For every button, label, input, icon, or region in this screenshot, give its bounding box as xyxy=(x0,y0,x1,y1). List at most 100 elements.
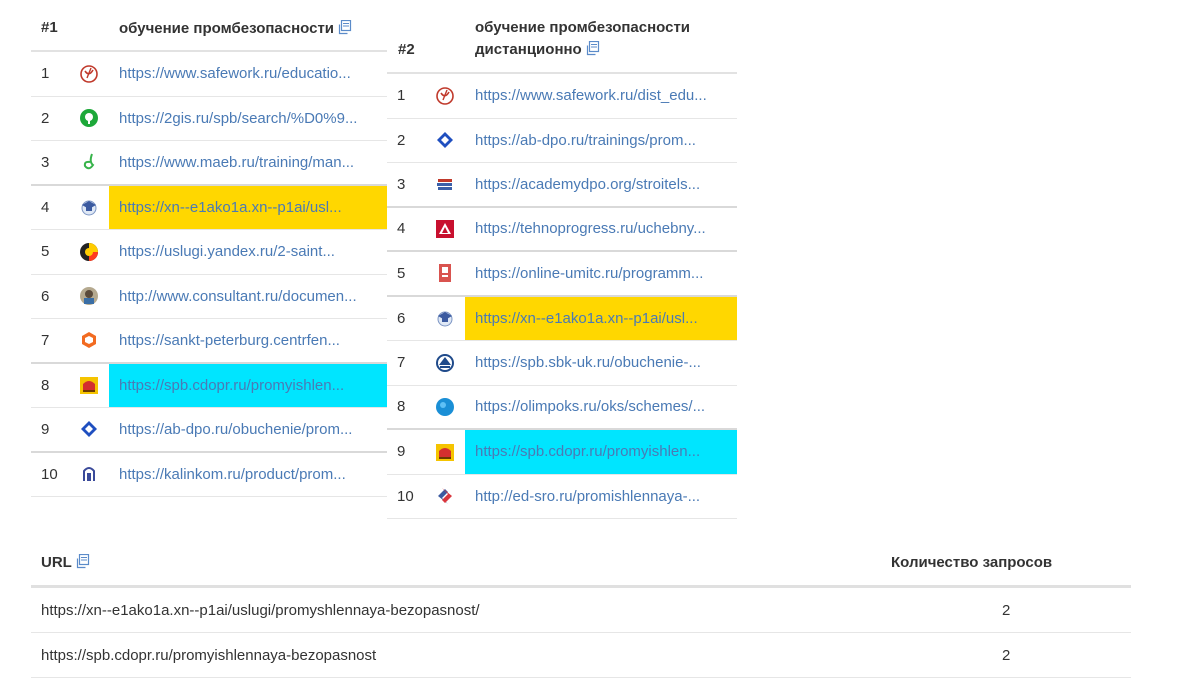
cdopr-icon xyxy=(435,442,455,462)
serp-table-1: #1 обучение промбезопасности 1 https://ww… xyxy=(31,0,387,497)
query-text: обучение промбезопасности xyxy=(119,20,335,37)
2gis-icon xyxy=(79,108,99,128)
result-link[interactable]: https://spb.cdopr.ru/promyishlen... xyxy=(465,430,737,474)
result-url: https://ab-dpo.ru/trainings/prom... xyxy=(475,131,696,149)
table-row: 3 https://www.maeb.ru/training/man... xyxy=(31,141,387,186)
url-header-label: URL xyxy=(41,554,72,571)
position-number: 6 xyxy=(41,287,50,305)
result-link[interactable]: http://www.consultant.ru/documen... xyxy=(109,275,387,319)
table-row: 9 https://ab-dpo.ru/obuchenie/prom... xyxy=(31,408,387,453)
position-number: 4 xyxy=(397,220,406,238)
table-row: 4 https://xn--e1ako1a.xn--p1ai/usl... xyxy=(31,185,387,230)
table-row: 10 http://ed-sro.ru/promishlennaya-... xyxy=(387,475,737,519)
position-number: 9 xyxy=(397,443,406,461)
safework-icon xyxy=(435,86,455,106)
result-link[interactable]: https://olimpoks.ru/oks/schemes/... xyxy=(465,386,737,429)
table-row: 2 https://2gis.ru/spb/search/%D0%9... xyxy=(31,97,387,141)
position-number: 8 xyxy=(397,398,406,416)
result-url: https://spb.cdopr.ru/promyishlen... xyxy=(475,443,701,461)
result-link[interactable]: https://tehnoprogress.ru/uchebny... xyxy=(465,208,737,251)
maeb-icon xyxy=(79,152,99,172)
url-summary-table: URL Количество запросов https://xn--e1ak… xyxy=(31,540,1131,678)
position-number: 10 xyxy=(41,465,58,483)
copy-icon[interactable] xyxy=(75,553,90,569)
position-number: 7 xyxy=(397,354,406,372)
copy-icon[interactable] xyxy=(585,40,600,56)
count-cell: 2 xyxy=(1002,646,1011,664)
result-url: https://academydpo.org/stroitels... xyxy=(475,175,701,193)
query-header: обучение промбезопасности xyxy=(119,18,352,50)
result-url: https://www.safework.ru/dist_edu... xyxy=(475,87,707,105)
position-number: 2 xyxy=(41,109,50,127)
position-number: 5 xyxy=(41,243,50,261)
safework-icon xyxy=(79,64,99,84)
position-number: 5 xyxy=(397,264,406,282)
umitc-icon xyxy=(435,263,455,283)
result-url: https://olimpoks.ru/oks/schemes/... xyxy=(475,398,706,416)
table-row: 1 https://www.safework.ru/educatio... xyxy=(31,52,387,97)
result-url: https://2gis.ru/spb/search/%D0%9... xyxy=(119,109,358,127)
query-header: обучение промбезопасности дистанционно xyxy=(475,17,725,72)
result-link[interactable]: https://spb.sbk-uk.ru/obuchenie-... xyxy=(465,341,737,385)
result-link[interactable]: https://ab-dpo.ru/obuchenie/prom... xyxy=(109,408,387,451)
result-link[interactable]: https://sankt-peterburg.centrfen... xyxy=(109,319,387,362)
table-row: 1 https://www.safework.ru/dist_edu... xyxy=(387,74,737,119)
cdopr-icon xyxy=(79,375,99,395)
result-url: https://uslugi.yandex.ru/2-saint... xyxy=(119,243,335,261)
result-link[interactable]: https://2gis.ru/spb/search/%D0%9... xyxy=(109,97,387,141)
result-link[interactable]: https://academydpo.org/stroitels... xyxy=(465,163,737,206)
table-row: 6 http://www.consultant.ru/documen... xyxy=(31,275,387,319)
serp-number-header: #2 xyxy=(398,41,415,58)
query-text-line2: дистанционно xyxy=(475,41,582,58)
ab-dpo-icon xyxy=(79,419,99,439)
graduation-cap-icon xyxy=(79,197,99,217)
result-link[interactable]: https://spb.cdopr.ru/promyishlen... xyxy=(109,363,387,407)
url-table-header: URL Количество запросов xyxy=(31,540,1131,588)
count-cell: 2 xyxy=(1002,601,1011,619)
position-number: 9 xyxy=(41,420,50,438)
table-row: 8 https://olimpoks.ru/oks/schemes/... xyxy=(387,386,737,430)
table-row: 10 https://kalinkom.ru/product/prom... xyxy=(31,453,387,497)
position-number: 4 xyxy=(41,198,50,216)
result-url: https://xn--e1ako1a.xn--p1ai/usl... xyxy=(475,309,698,327)
position-number: 8 xyxy=(41,376,50,394)
table-row: https://xn--e1ako1a.xn--p1ai/uslugi/prom… xyxy=(31,588,1131,633)
result-url: https://spb.sbk-uk.ru/obuchenie-... xyxy=(475,354,701,372)
table-row: 8 https://spb.cdopr.ru/promyishlen... xyxy=(31,363,387,408)
result-link[interactable]: https://xn--e1ako1a.xn--p1ai/usl... xyxy=(109,185,387,229)
result-link[interactable]: https://xn--e1ako1a.xn--p1ai/usl... xyxy=(465,296,737,340)
result-link[interactable]: http://ed-sro.ru/promishlennaya-... xyxy=(465,475,737,519)
serp-table-header: #1 обучение промбезопасности xyxy=(31,0,387,52)
result-url: https://xn--e1ako1a.xn--p1ai/usl... xyxy=(119,198,342,216)
yandex-uslugi-icon xyxy=(79,242,99,262)
result-link[interactable]: https://www.maeb.ru/training/man... xyxy=(109,141,387,184)
result-link[interactable]: https://kalinkom.ru/product/prom... xyxy=(109,453,387,497)
position-number: 3 xyxy=(41,153,50,171)
position-number: 1 xyxy=(397,87,406,105)
table-row: 7 https://spb.sbk-uk.ru/obuchenie-... xyxy=(387,341,737,386)
result-link[interactable]: https://www.safework.ru/dist_edu... xyxy=(465,74,737,118)
query-text-line1: обучение промбезопасности xyxy=(475,19,691,36)
consultant-icon xyxy=(79,286,99,306)
position-number: 2 xyxy=(397,131,406,149)
ab-dpo-icon xyxy=(435,130,455,150)
url-column-header: URL xyxy=(31,553,891,571)
table-row: 7 https://sankt-peterburg.centrfen... xyxy=(31,319,387,364)
serp-number-header: #1 xyxy=(41,19,58,36)
url-cell[interactable]: https://spb.cdopr.ru/promyishlennaya-bez… xyxy=(31,647,891,664)
position-number: 7 xyxy=(41,331,50,349)
table-row: 9 https://spb.cdopr.ru/promyishlen... xyxy=(387,430,737,475)
result-url: http://ed-sro.ru/promishlennaya-... xyxy=(475,487,701,505)
result-url: https://www.maeb.ru/training/man... xyxy=(119,153,355,171)
position-number: 6 xyxy=(397,309,406,327)
table-row: 5 https://online-umitc.ru/programm... xyxy=(387,252,737,297)
result-link[interactable]: https://online-umitc.ru/programm... xyxy=(465,252,737,295)
result-link[interactable]: https://uslugi.yandex.ru/2-saint... xyxy=(109,230,387,274)
result-link[interactable]: https://www.safework.ru/educatio... xyxy=(109,52,387,96)
table-row: 6 https://xn--e1ako1a.xn--p1ai/usl... xyxy=(387,296,737,341)
result-link[interactable]: https://ab-dpo.ru/trainings/prom... xyxy=(465,119,737,163)
copy-icon[interactable] xyxy=(337,19,352,35)
url-cell[interactable]: https://xn--e1ako1a.xn--p1ai/uslugi/prom… xyxy=(31,602,891,619)
ed-sro-icon xyxy=(435,486,455,506)
result-url: https://sankt-peterburg.centrfen... xyxy=(119,331,340,349)
